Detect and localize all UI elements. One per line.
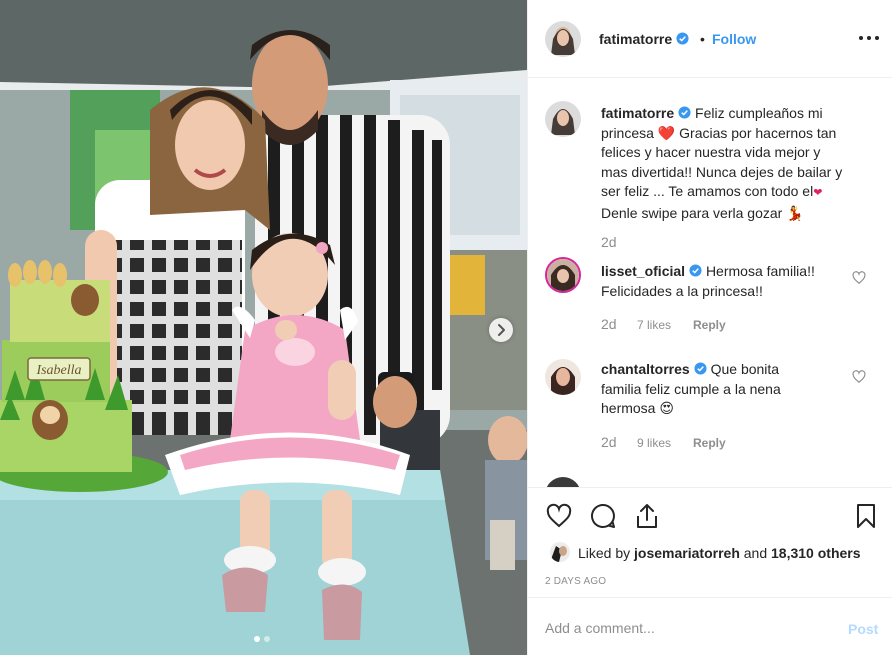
author-username-text[interactable]: fatimatorre	[599, 31, 672, 47]
comment-line-2: familia feliz cumple a la nena	[601, 380, 781, 397]
add-comment-bar: Post	[528, 597, 892, 655]
reply-button[interactable]: Reply	[693, 436, 726, 450]
comment-likes[interactable]: 7 likes	[637, 318, 671, 332]
header-separator: •	[700, 31, 705, 47]
comment-bubble-icon[interactable]	[589, 502, 617, 530]
comment-line-3: hermosa	[601, 400, 656, 416]
verified-badge-icon	[676, 32, 689, 45]
comment-line-1: Que bonita	[710, 361, 780, 377]
comment-line-1: Hermosa familia!!	[705, 263, 815, 279]
chevron-right-icon	[498, 324, 505, 336]
comment-line-2: Felicidades a la princesa!!	[601, 282, 763, 299]
caption-age[interactable]: 2d	[601, 234, 617, 250]
caption-username[interactable]: fatimatorre	[601, 105, 674, 121]
comment-text: lisset_oficial Hermosa familia!! Felicid…	[601, 262, 815, 301]
next-slide-button[interactable]	[489, 318, 513, 342]
liker-avatar[interactable]	[550, 542, 570, 562]
liked-by-others[interactable]: and 18,310 others	[744, 545, 861, 561]
commenter-avatar-chantal[interactable]	[545, 359, 581, 395]
liker-username[interactable]: josemariatorreh	[634, 545, 740, 561]
more-options-icon[interactable]	[859, 28, 879, 48]
caption-text: fatimatorre Feliz cumpleaños mi princesa…	[601, 104, 842, 223]
heart-eyes-emoji-icon: 😍	[659, 400, 674, 416]
follow-button[interactable]: Follow	[712, 31, 756, 47]
like-heart-icon[interactable]	[545, 502, 573, 530]
comment-likes[interactable]: 9 likes	[637, 436, 671, 450]
red-heart-emoji-icon: ❤️	[657, 124, 676, 141]
like-comment-heart-icon[interactable]	[852, 370, 866, 384]
caption-line-4: mas divertida!! Nunca dejes de bailar y	[601, 163, 843, 180]
author-username[interactable]: fatimatorre	[599, 31, 689, 47]
comment-age[interactable]: 2d	[601, 434, 617, 450]
post-actions: Liked by josemariatorreh and 18,310 othe…	[528, 487, 892, 597]
caption-line-1: Feliz cumpleaños mi	[695, 105, 823, 121]
commenter-avatar-lisset[interactable]	[545, 257, 581, 293]
post-date[interactable]: 2 DAYS AGO	[545, 576, 606, 587]
caption-line-6: Denle swipe para verla gozar	[601, 204, 783, 221]
comments-list[interactable]: fatimatorre Feliz cumpleaños mi princesa…	[528, 79, 892, 487]
bookmark-save-icon[interactable]	[852, 502, 880, 530]
liked-by-prefix: Liked by	[578, 545, 631, 561]
comment-age[interactable]: 2d	[601, 316, 617, 332]
commenter-avatar-clipped[interactable]	[545, 477, 581, 487]
caption-author-avatar[interactable]	[545, 101, 581, 137]
caption-line-2b: Gracias por hacernos tan	[679, 124, 837, 141]
post-header: fatimatorre • Follow	[528, 0, 892, 78]
carousel-dot-inactive	[264, 636, 270, 642]
comment-text: chantaltorres Que bonita familia feliz c…	[601, 360, 781, 419]
post-comment-button[interactable]: Post	[848, 621, 878, 637]
liked-by-and: and	[743, 545, 772, 561]
verified-badge-icon	[689, 264, 702, 277]
post-side-panel: fatimatorre • Follow fatimatorre Feliz c…	[527, 0, 892, 655]
caption-line-2: princesa	[601, 124, 654, 141]
red-heart-emoji-icon: ❤	[813, 187, 823, 199]
comment-username[interactable]: lisset_oficial	[601, 263, 685, 279]
cake-name-label: Isabella	[35, 363, 81, 378]
post-photo[interactable]: Isabella	[0, 0, 527, 655]
comment-username[interactable]: chantaltorres	[601, 361, 690, 377]
caption-line-5: ser feliz ... Te amamos con todo el	[601, 183, 814, 199]
dancer-emoji-icon: 💃	[786, 204, 804, 221]
liked-by-count[interactable]: 18,310 others	[771, 545, 861, 561]
carousel-dot-active	[254, 636, 260, 642]
family-photo-image: Isabella	[0, 0, 527, 655]
verified-badge-icon	[678, 106, 691, 119]
share-upload-icon[interactable]	[633, 502, 661, 530]
caption-line-3: felices y hacer nuestra vida mejor y	[601, 144, 821, 160]
verified-badge-icon	[694, 362, 707, 375]
like-comment-heart-icon[interactable]	[852, 271, 866, 285]
reply-button[interactable]: Reply	[693, 318, 726, 332]
liked-by-summary: Liked by josemariatorreh and 18,310 othe…	[578, 545, 861, 561]
author-avatar[interactable]	[545, 21, 581, 57]
add-comment-input[interactable]	[545, 618, 825, 638]
